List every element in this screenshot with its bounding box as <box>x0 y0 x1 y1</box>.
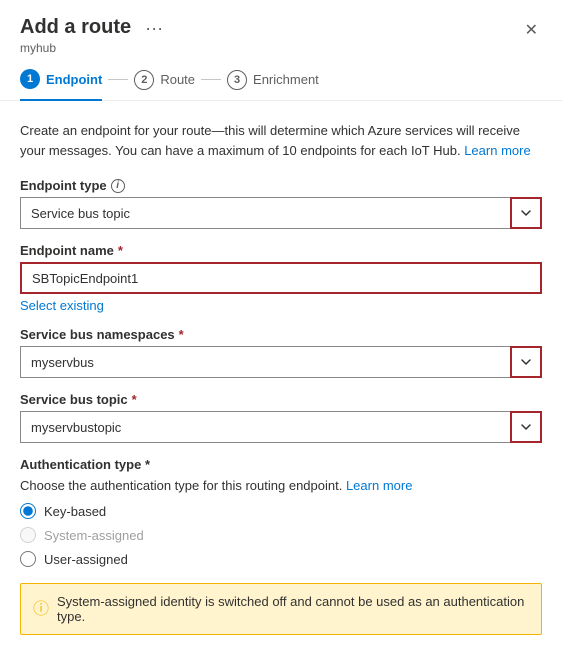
step-2-label: Route <box>160 72 195 87</box>
endpoint-type-select-wrapper: Service bus topic <box>20 197 542 229</box>
service-bus-topic-label: Service bus topic * <box>20 392 542 407</box>
sb-namespaces-required: * <box>179 327 184 342</box>
service-bus-topic-group: Service bus topic * myservbustopic <box>20 392 542 443</box>
radio-key-based[interactable] <box>20 503 36 519</box>
service-bus-namespaces-label: Service bus namespaces * <box>20 327 542 342</box>
title-area: Add a route ··· myhub <box>20 16 169 55</box>
endpoint-type-label: Endpoint type i <box>20 178 542 193</box>
step-3-number: 3 <box>227 70 247 90</box>
service-bus-topic-select-wrapper: myservbustopic <box>20 411 542 443</box>
header-right: ✕ <box>521 16 542 44</box>
endpoint-type-dropdown-btn[interactable] <box>510 197 542 229</box>
auth-type-label: Authentication type * <box>20 457 542 472</box>
step-2-number: 2 <box>134 70 154 90</box>
endpoint-type-select[interactable]: Service bus topic <box>20 197 542 229</box>
step-endpoint[interactable]: 1 Endpoint <box>20 69 102 101</box>
step-route[interactable]: 2 Route <box>134 70 195 100</box>
endpoint-name-label: Endpoint name * <box>20 243 542 258</box>
endpoint-type-info-icon[interactable]: i <box>111 179 125 193</box>
endpoint-name-required: * <box>118 243 123 258</box>
radio-user-assigned[interactable] <box>20 551 36 567</box>
step-separator-1 <box>108 79 128 80</box>
service-bus-namespaces-group: Service bus namespaces * myservbus <box>20 327 542 378</box>
ellipsis-button[interactable]: ··· <box>139 17 169 39</box>
step-1-label: Endpoint <box>46 72 102 87</box>
radio-system-assigned[interactable] <box>20 527 36 543</box>
info-banner: ⓘ System-assigned identity is switched o… <box>20 583 542 635</box>
step-separator-2 <box>201 79 221 80</box>
info-banner-text: System-assigned identity is switched off… <box>57 594 529 624</box>
service-bus-namespaces-dropdown-btn[interactable] <box>510 346 542 378</box>
auth-type-description: Choose the authentication type for this … <box>20 478 542 493</box>
title-text: Add a route <box>20 16 131 39</box>
step-1-number: 1 <box>20 69 40 89</box>
radio-key-based-label: Key-based <box>44 504 106 519</box>
service-bus-namespaces-select[interactable]: myservbus <box>20 346 542 378</box>
description-text: Create an endpoint for your route—this w… <box>20 121 542 160</box>
endpoint-name-group: Endpoint name * Select existing <box>20 243 542 313</box>
endpoint-name-input[interactable] <box>20 262 542 294</box>
sb-topic-required: * <box>132 392 137 407</box>
steps-bar: 1 Endpoint 2 Route 3 Enrichment <box>0 55 562 101</box>
info-banner-icon: ⓘ <box>33 595 49 619</box>
auth-type-group: Authentication type * Choose the authent… <box>20 457 542 567</box>
select-existing-link[interactable]: Select existing <box>20 298 104 313</box>
auth-type-required: * <box>145 457 150 472</box>
step-3-label: Enrichment <box>253 72 319 87</box>
add-route-panel: Add a route ··· myhub ✕ 1 Endpoint 2 Rou… <box>0 0 562 655</box>
radio-item-key-based: Key-based <box>20 503 542 519</box>
panel-body: Create an endpoint for your route—this w… <box>0 101 562 655</box>
step-enrichment[interactable]: 3 Enrichment <box>227 70 319 100</box>
close-button[interactable]: ✕ <box>521 16 542 44</box>
radio-system-assigned-label: System-assigned <box>44 528 144 543</box>
panel-subtitle: myhub <box>20 41 169 55</box>
panel-title: Add a route ··· <box>20 16 169 39</box>
service-bus-topic-dropdown-btn[interactable] <box>510 411 542 443</box>
service-bus-namespaces-select-wrapper: myservbus <box>20 346 542 378</box>
description-learn-more-link[interactable]: Learn more <box>464 143 530 158</box>
radio-item-system-assigned: System-assigned <box>20 527 542 543</box>
radio-item-user-assigned: User-assigned <box>20 551 542 567</box>
auth-radio-group: Key-based System-assigned User-assigned <box>20 503 542 567</box>
panel-header: Add a route ··· myhub ✕ <box>0 0 562 55</box>
radio-user-assigned-label: User-assigned <box>44 552 128 567</box>
auth-learn-more-link[interactable]: Learn more <box>346 478 412 493</box>
endpoint-type-group: Endpoint type i Service bus topic <box>20 178 542 229</box>
service-bus-topic-select[interactable]: myservbustopic <box>20 411 542 443</box>
